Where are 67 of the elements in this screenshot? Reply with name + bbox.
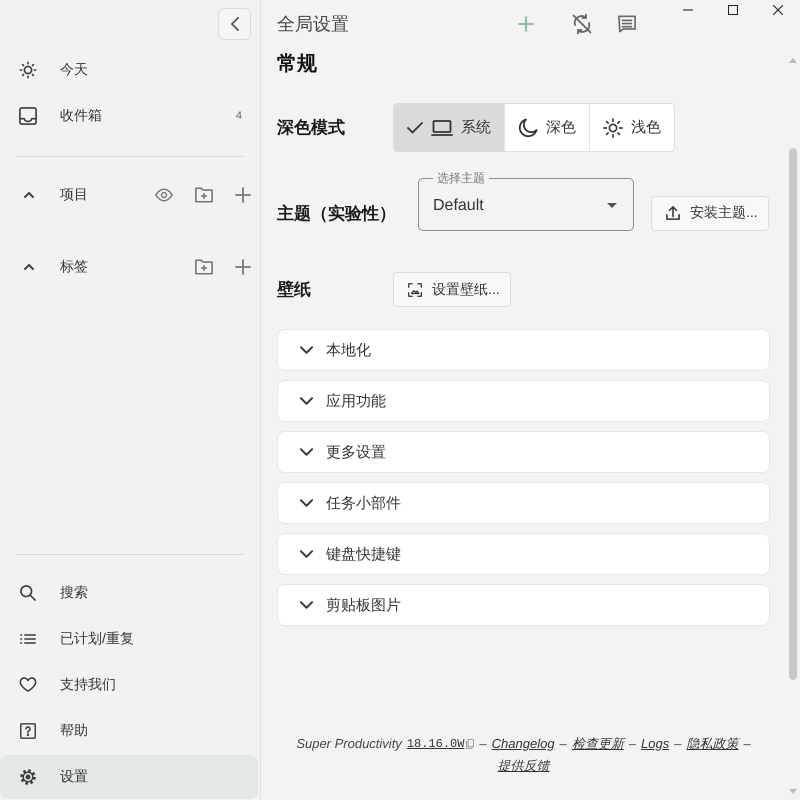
sync-off-icon[interactable]	[572, 14, 592, 34]
laptop-icon	[431, 120, 453, 136]
separator: –	[628, 735, 636, 753]
note-icon[interactable]	[618, 15, 636, 33]
section-header[interactable]: 标签	[0, 245, 260, 289]
expansion-panel[interactable]: 键盘快捷键	[277, 533, 770, 575]
expansion-panel[interactable]: 剪贴板图片	[277, 584, 770, 626]
folder-plus-icon[interactable]	[195, 258, 213, 276]
moon-icon	[518, 118, 538, 138]
nav-item[interactable]: 已计划/重复	[0, 617, 258, 661]
expansion-panel[interactable]: 本地化	[277, 329, 770, 371]
segment-button[interactable]: 深色	[504, 104, 589, 151]
footer-link[interactable]: Changelog	[492, 733, 555, 755]
sun-icon	[19, 61, 37, 79]
version-link[interactable]: 18.16.0W	[406, 733, 464, 755]
plus-icon[interactable]	[518, 16, 534, 32]
help-icon	[20, 723, 36, 739]
separator: –	[560, 735, 567, 753]
separator: –	[743, 735, 751, 753]
footer-link[interactable]: Logs	[641, 733, 670, 755]
plus-icon[interactable]	[235, 187, 251, 203]
minimize-icon[interactable]	[682, 9, 692, 11]
nav-item[interactable]: 支持我们	[0, 663, 258, 707]
eye-icon[interactable]	[155, 186, 173, 204]
footer-link[interactable]: 检查更新	[572, 733, 624, 755]
settings-icon	[20, 769, 36, 785]
image-icon	[408, 282, 422, 296]
nav-item[interactable]: 收件箱 4	[0, 94, 258, 138]
segment-button[interactable]: 浅色	[589, 104, 674, 151]
setting-label: 主题（实验性）	[277, 202, 396, 224]
setting-label: 深色模式	[277, 117, 346, 139]
theme-select[interactable]: 选择主题 Default	[418, 171, 634, 231]
page-title: 全局设置	[277, 13, 349, 36]
upload-icon	[666, 206, 680, 220]
search-icon	[20, 585, 36, 601]
setting-label: 壁纸	[277, 279, 312, 301]
check-icon	[407, 122, 423, 134]
caret-down-icon	[607, 203, 617, 208]
chevron-left-icon	[230, 17, 238, 31]
maximize-icon[interactable]	[728, 5, 738, 15]
nav-item[interactable]: 帮助	[0, 709, 258, 753]
inbox-icon	[19, 107, 37, 125]
section-header[interactable]: 项目	[0, 173, 260, 217]
expansion-panel[interactable]: 任务小部件	[277, 482, 770, 524]
close-icon[interactable]	[772, 5, 782, 15]
install-theme-button[interactable]: 安装主题...	[651, 196, 769, 230]
separator: –	[674, 735, 682, 753]
collapse-button[interactable]	[218, 8, 251, 40]
footer-link[interactable]: 隐私政策	[686, 733, 738, 755]
nav-item[interactable]: 设置	[0, 755, 258, 799]
item-count: 4	[236, 110, 242, 122]
segment-button[interactable]: 系统	[394, 104, 504, 151]
nav-item[interactable]: 今天	[0, 48, 258, 92]
plus-icon[interactable]	[235, 259, 251, 275]
separator: –	[479, 735, 487, 753]
folder-plus-icon[interactable]	[195, 186, 213, 204]
expansion-panel[interactable]: 应用功能	[277, 380, 770, 422]
expansion-panel[interactable]: 更多设置	[277, 431, 770, 473]
sun-icon	[603, 118, 623, 138]
copy-icon[interactable]	[466, 739, 474, 749]
section-heading: 常规	[277, 52, 318, 76]
app-name: Super Productivity	[296, 735, 402, 753]
scrollbar-thumb[interactable]	[789, 148, 797, 680]
nav-item[interactable]: 搜索	[0, 571, 258, 615]
footer-link[interactable]: 提供反馈	[498, 755, 550, 777]
wallpaper-button[interactable]: 设置壁纸...	[393, 272, 511, 307]
heart-icon	[19, 676, 37, 694]
